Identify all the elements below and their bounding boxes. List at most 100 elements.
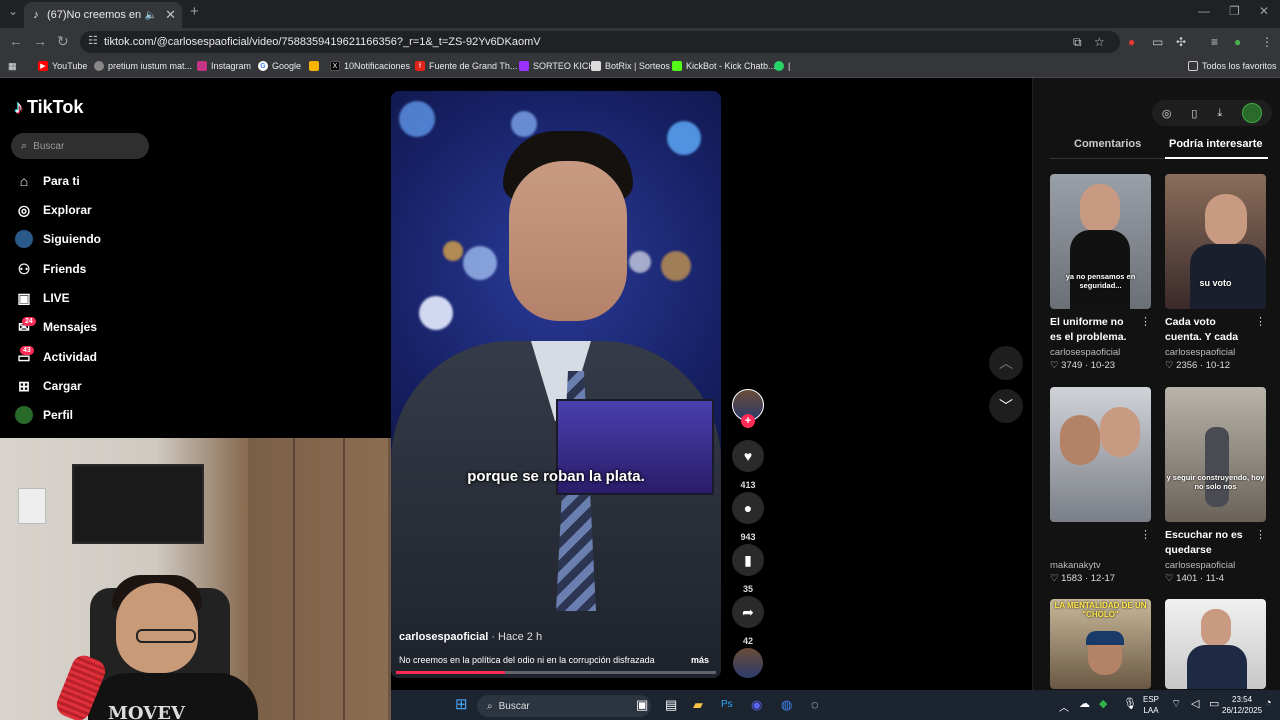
tab-comments[interactable]: Comentarios: [1074, 138, 1141, 150]
suggested-video-card[interactable]: ya no pensamos en seguridad... El unifor…: [1050, 174, 1151, 371]
search-box[interactable]: ⌕: [11, 133, 149, 159]
following-icon: [15, 230, 33, 248]
nav-para-ti[interactable]: ⌂ Para ti: [15, 171, 80, 191]
previous-video-button[interactable]: ︿: [989, 346, 1023, 380]
bookmark-google[interactable]: G Google: [258, 61, 301, 71]
tray-chevron-icon[interactable]: ︿: [1059, 699, 1069, 714]
wooden-cabinet: [248, 438, 388, 720]
bookmark-youtube[interactable]: ▶ YouTube: [38, 61, 87, 71]
clock[interactable]: 23:54 26/12/2025: [1222, 694, 1262, 716]
taskbar-search[interactable]: ⌕ Buscar: [477, 695, 651, 717]
bookmark-pretium[interactable]: pretium iustum mat...: [94, 61, 192, 71]
card-author: carlosespaoficial: [1050, 347, 1121, 358]
like-button[interactable]: ♥ 413: [732, 440, 764, 490]
bookmark-kickbot[interactable]: KickBot - Kick Chatb...: [672, 61, 776, 71]
speaker-icon[interactable]: 🔈: [145, 10, 157, 21]
file-explorer-icon[interactable]: ▰: [693, 697, 703, 713]
site-info-icon[interactable]: ☷: [88, 34, 98, 47]
taskview-icon[interactable]: ▣: [636, 697, 648, 713]
video-author[interactable]: carlosespaoficial · Hace 2 h: [399, 631, 542, 643]
extensions-puzzle-icon[interactable]: ✣: [1176, 35, 1186, 49]
tab-suggestions[interactable]: Podría interesarte: [1169, 138, 1263, 150]
wifi-icon[interactable]: ⌔: [1171, 697, 1181, 711]
folder-icon: [1188, 61, 1198, 71]
suggested-video-card[interactable]: [1165, 599, 1266, 689]
chrome-icon[interactable]: ◍: [781, 697, 792, 713]
share-button[interactable]: ➦ 42: [732, 596, 764, 646]
extension-icon[interactable]: ▭: [1152, 35, 1163, 49]
search-input[interactable]: [33, 140, 134, 152]
reading-list-icon[interactable]: ≡: [1211, 35, 1218, 49]
tiktok-favicon-icon: ♪: [33, 9, 39, 21]
nav-perfil[interactable]: Perfil: [15, 405, 73, 425]
install-app-icon[interactable]: ⧉: [1073, 35, 1082, 50]
more-options-icon[interactable]: ⋮: [1255, 315, 1266, 328]
all-bookmarks[interactable]: Todos los favoritos: [1188, 61, 1277, 71]
bookmark-x[interactable]: X 10Notificaciones: [330, 61, 410, 71]
browser-tab[interactable]: ♪ (67)No creemos en la polít 🔈 ✕: [24, 2, 182, 28]
widget-icon[interactable]: ▤: [665, 697, 677, 713]
profile-avatar-icon[interactable]: ●: [1234, 35, 1241, 49]
restore-icon[interactable]: ❐: [1229, 4, 1240, 18]
bookmark-instagram[interactable]: Instagram: [197, 61, 251, 71]
save-button[interactable]: ▮ 35: [732, 544, 764, 594]
nav-live[interactable]: ▣ LIVE: [15, 288, 69, 308]
bookmark-whatsapp[interactable]: |: [774, 61, 790, 71]
discord-icon[interactable]: ◉: [751, 697, 762, 713]
sound-avatar[interactable]: [733, 648, 763, 678]
more-options-icon[interactable]: ⋮: [1140, 315, 1151, 328]
mic-icon[interactable]: 🎙: [1123, 697, 1137, 710]
tab-search-icon[interactable]: ⌄: [8, 4, 18, 18]
bookmark-pinwheel[interactable]: [309, 61, 323, 71]
windows-start-icon[interactable]: ⊞: [455, 695, 468, 713]
app-icon[interactable]: ◌: [811, 697, 819, 712]
new-tab-icon[interactable]: +: [190, 3, 199, 20]
comment-button[interactable]: ● 943: [732, 492, 764, 542]
suggested-video-card[interactable]: su voto Cada voto cuenta. Y cada voto ti…: [1165, 174, 1266, 371]
follow-plus-icon[interactable]: +: [741, 414, 755, 428]
video-progress-bar[interactable]: [396, 671, 716, 674]
defender-icon[interactable]: ◆: [1099, 697, 1107, 710]
address-bar[interactable]: ☷ tiktok.com/@carlosespaoficial/video/75…: [80, 31, 1120, 53]
more-options-icon[interactable]: ⋮: [1140, 528, 1151, 541]
nav-friends[interactable]: ⚇ Friends: [15, 259, 87, 279]
phone-icon[interactable]: ▯: [1191, 107, 1197, 120]
panel-toolbar: ◎ ▯ ⤓: [1152, 100, 1272, 126]
reload-icon[interactable]: ↻: [57, 33, 69, 50]
nav-cargar[interactable]: ⊞ Cargar: [15, 376, 82, 396]
suggested-video-card[interactable]: ⋮ makanakytv ♡ 1583 · 12-17: [1050, 387, 1151, 584]
minimize-icon[interactable]: —: [1198, 4, 1210, 18]
next-video-button[interactable]: ﹀: [989, 389, 1023, 423]
nav-siguiendo[interactable]: Siguiendo: [15, 229, 101, 249]
tiktok-logo[interactable]: ♪ TikTok: [14, 97, 83, 118]
bookmark-star-icon[interactable]: ☆: [1094, 35, 1105, 49]
battery-icon[interactable]: ▭: [1209, 697, 1219, 710]
back-icon[interactable]: ←: [9, 33, 23, 49]
bookmark-fuente[interactable]: f Fuente de Grand Th...: [415, 61, 517, 71]
share-icon: ➦: [732, 596, 764, 628]
video-player[interactable]: porque se roban la plata. carlosespaofic…: [391, 91, 721, 678]
photoshop-icon[interactable]: Ps: [721, 699, 733, 710]
coin-icon[interactable]: ◎: [1162, 107, 1172, 120]
comment-count: 943: [740, 532, 756, 542]
more-link[interactable]: más: [691, 655, 709, 665]
close-tab-icon[interactable]: ✕: [165, 7, 176, 23]
volume-icon[interactable]: ◁: [1191, 697, 1199, 710]
apps-grid-icon[interactable]: ▦: [8, 61, 17, 72]
more-options-icon[interactable]: ⋮: [1255, 528, 1266, 541]
user-avatar[interactable]: [1242, 103, 1263, 123]
onedrive-icon[interactable]: ☁: [1079, 697, 1090, 710]
bookmark-sorteo-kick[interactable]: SORTEO KICK: [519, 61, 594, 71]
forward-icon[interactable]: →: [33, 33, 47, 49]
bookmark-botrix[interactable]: BotRix | Sorteos: [591, 61, 670, 71]
download-icon[interactable]: ⤓: [1217, 107, 1222, 120]
suggested-video-card[interactable]: y seguir construyendo, hoy no solo nos E…: [1165, 387, 1266, 584]
chevron-up-icon: ︿: [999, 355, 1013, 371]
close-window-icon[interactable]: ✕: [1259, 4, 1269, 18]
menu-dots-icon[interactable]: ⋮: [1261, 35, 1273, 49]
extension-record-icon[interactable]: ●: [1128, 35, 1135, 49]
suggested-video-card[interactable]: LA MENTALIDAD DE UN "CHOLO": [1050, 599, 1151, 689]
language-indicator[interactable]: ESP LAA: [1143, 694, 1159, 716]
nav-explorar[interactable]: ◎ Explorar: [15, 200, 92, 220]
notifications-icon[interactable]: ◔: [1265, 697, 1272, 709]
